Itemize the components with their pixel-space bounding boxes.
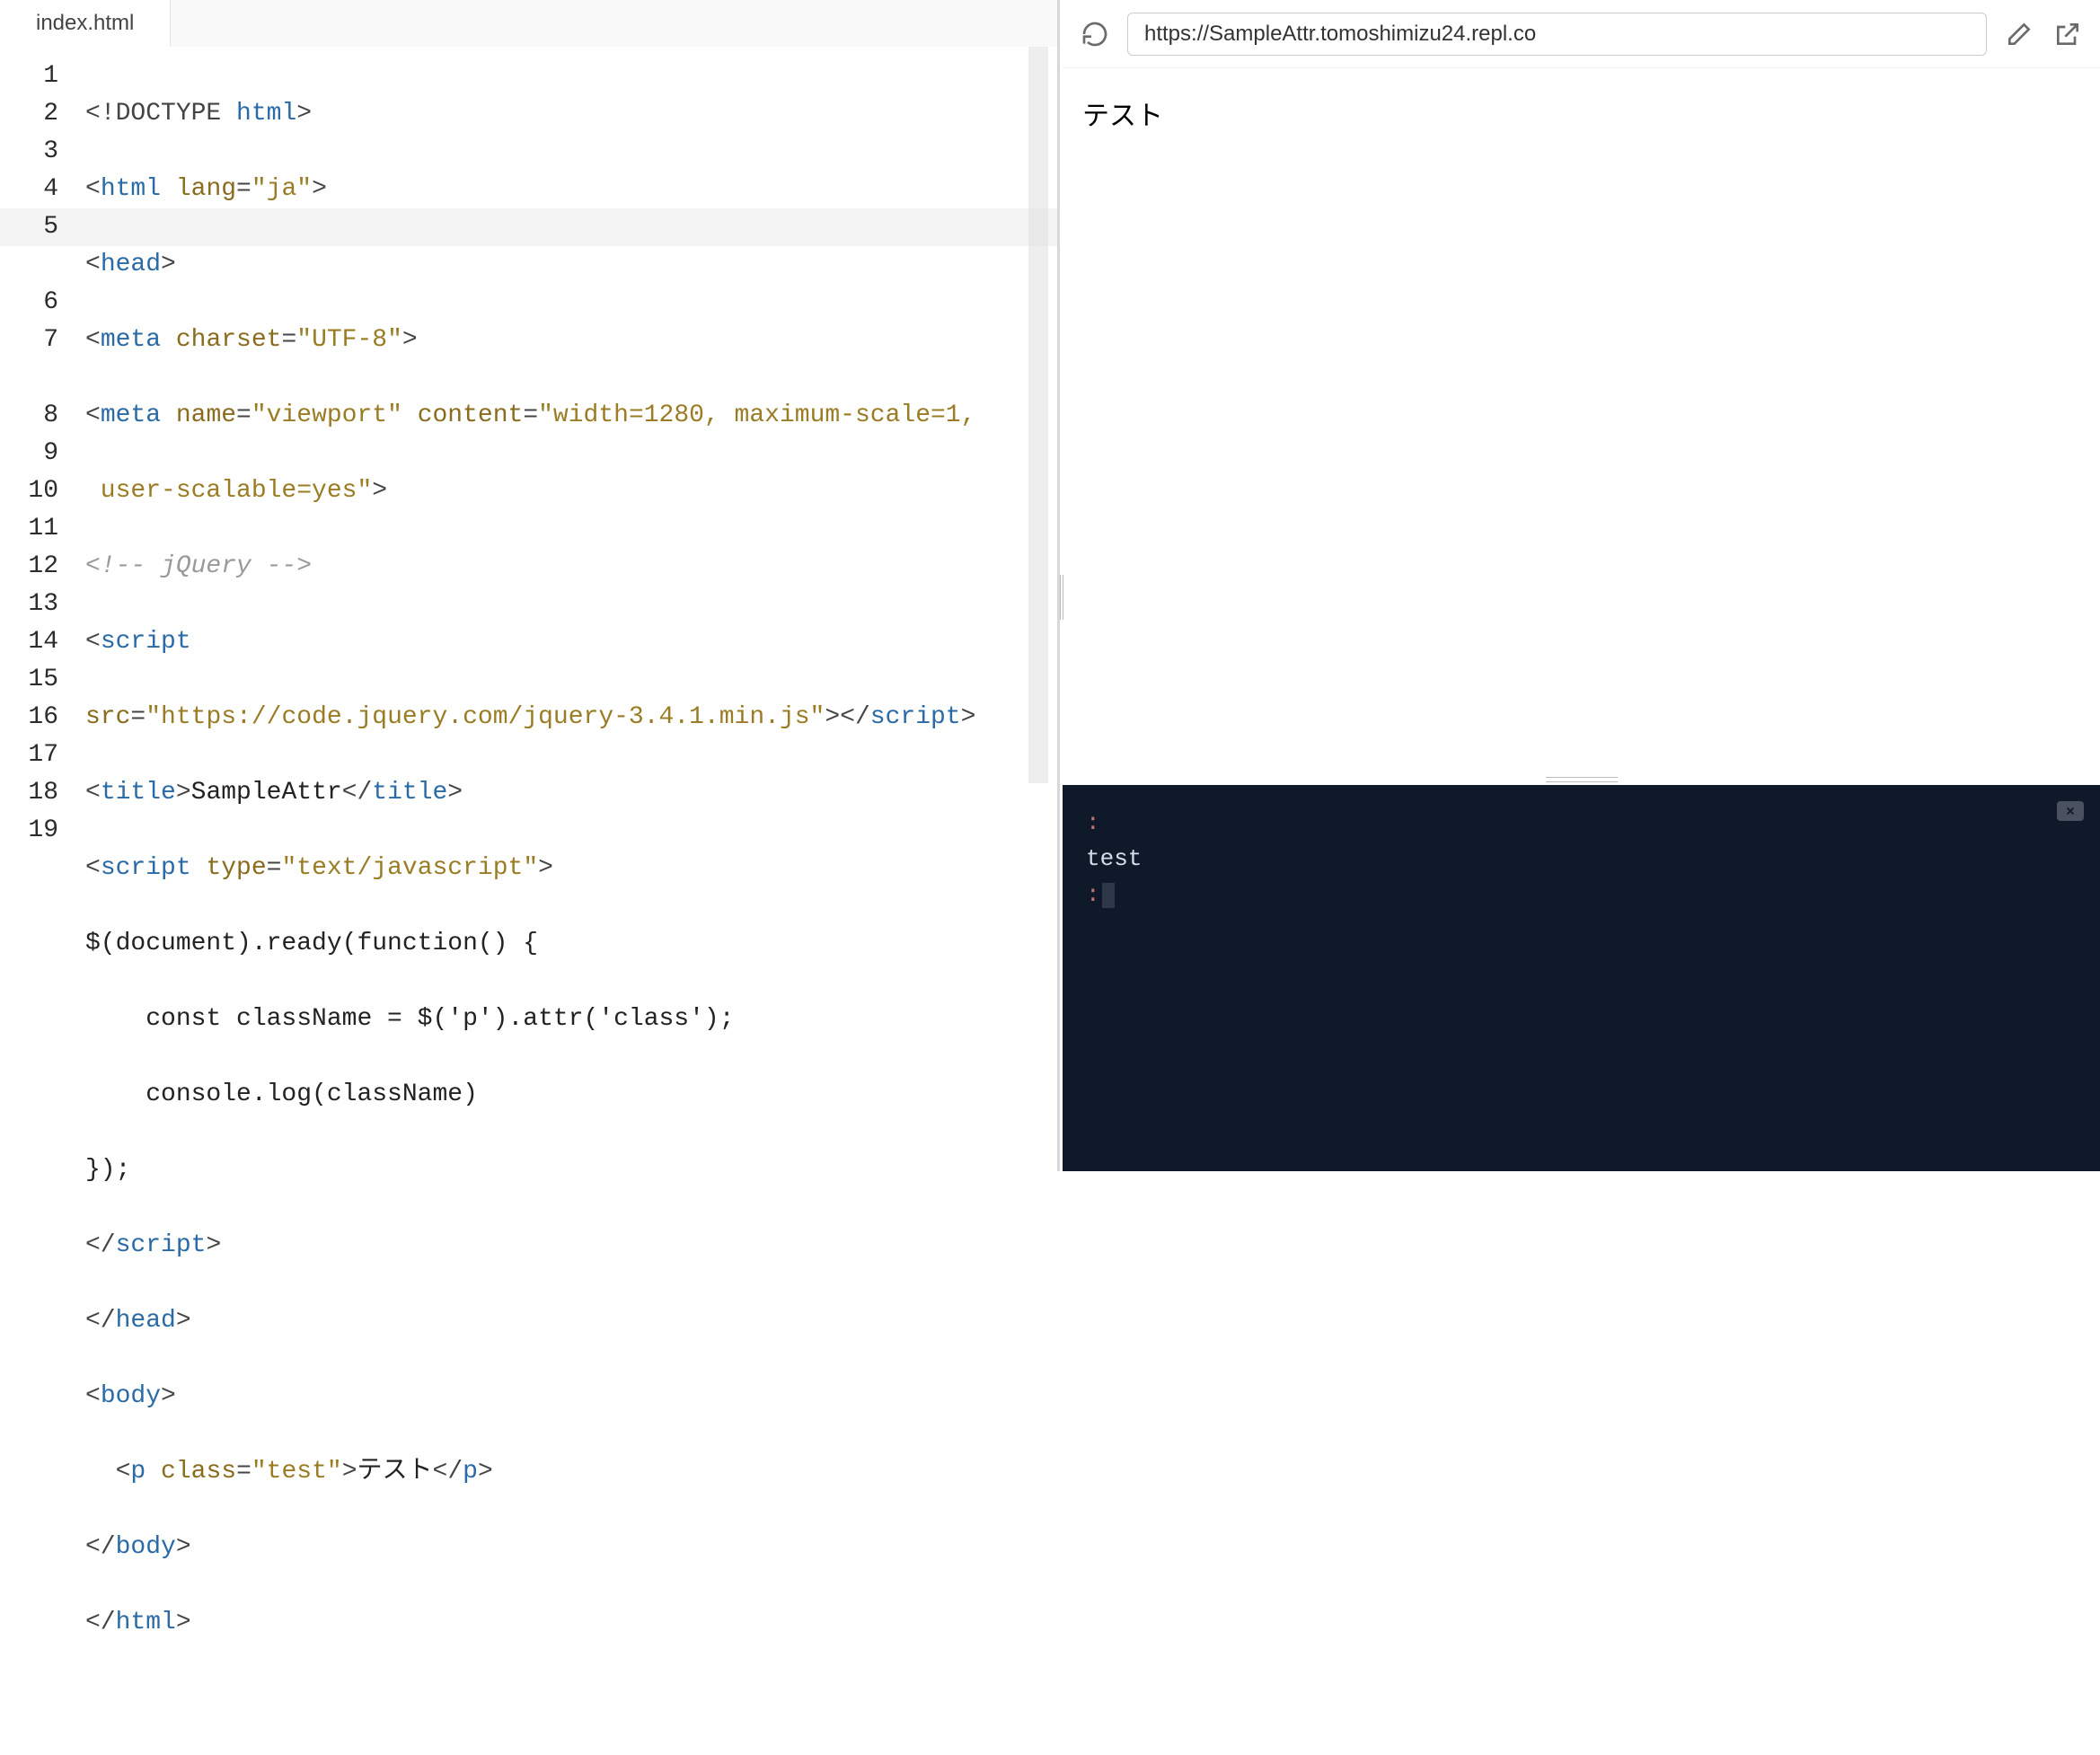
line-number: 7 [0,322,85,359]
browser-toolbar [1063,0,2100,67]
console-prompt: : [1086,809,1100,836]
line-number: 5 [0,208,85,246]
line-number: 14 [0,623,85,661]
line-number: 6 [0,284,85,322]
line-number: 2 [0,95,85,133]
code-content[interactable]: <!DOCTYPE html> <html lang="ja"> <head> … [85,47,1057,1755]
line-number: 15 [0,661,85,699]
line-number: 4 [0,171,85,208]
line-number: 19 [0,812,85,850]
url-input[interactable] [1127,13,1987,56]
line-number: 18 [0,774,85,812]
console-cursor [1102,883,1115,908]
line-number: 3 [0,133,85,171]
line-number: 10 [0,472,85,510]
reload-icon[interactable] [1079,18,1111,50]
line-number: 16 [0,699,85,736]
horizontal-splitter[interactable] [1063,774,2100,785]
preview-panel: テスト : test : [1063,0,2100,1171]
console-panel[interactable]: : test : [1063,785,2100,1171]
clear-console-icon[interactable] [2057,801,2084,821]
line-gutter: 1 2 3 4 5 6 7 8 9 10 11 12 13 14 15 16 1… [0,47,85,1755]
edit-icon[interactable] [2003,18,2035,50]
tab-bar: index.html [0,0,1057,47]
scrollbar[interactable] [1028,47,1048,783]
file-tab[interactable]: index.html [0,0,171,47]
open-external-icon[interactable] [2051,18,2084,50]
line-number: 13 [0,586,85,623]
line-number: 1 [0,57,85,95]
console-output: test [1086,841,2077,877]
line-number: 8 [0,397,85,435]
line-number: 17 [0,736,85,774]
line-number: 12 [0,548,85,586]
line-number: 9 [0,435,85,472]
tab-filename: index.html [36,11,134,36]
preview-content: テスト [1063,67,2100,774]
line-number: 11 [0,510,85,548]
code-editor[interactable]: 1 2 3 4 5 6 7 8 9 10 11 12 13 14 15 16 1… [0,47,1057,1755]
preview-text: テスト [1082,101,1163,131]
console-prompt: : [1086,881,1100,908]
editor-panel: index.html 1 2 3 4 5 6 7 8 9 10 11 12 13… [0,0,1060,1171]
